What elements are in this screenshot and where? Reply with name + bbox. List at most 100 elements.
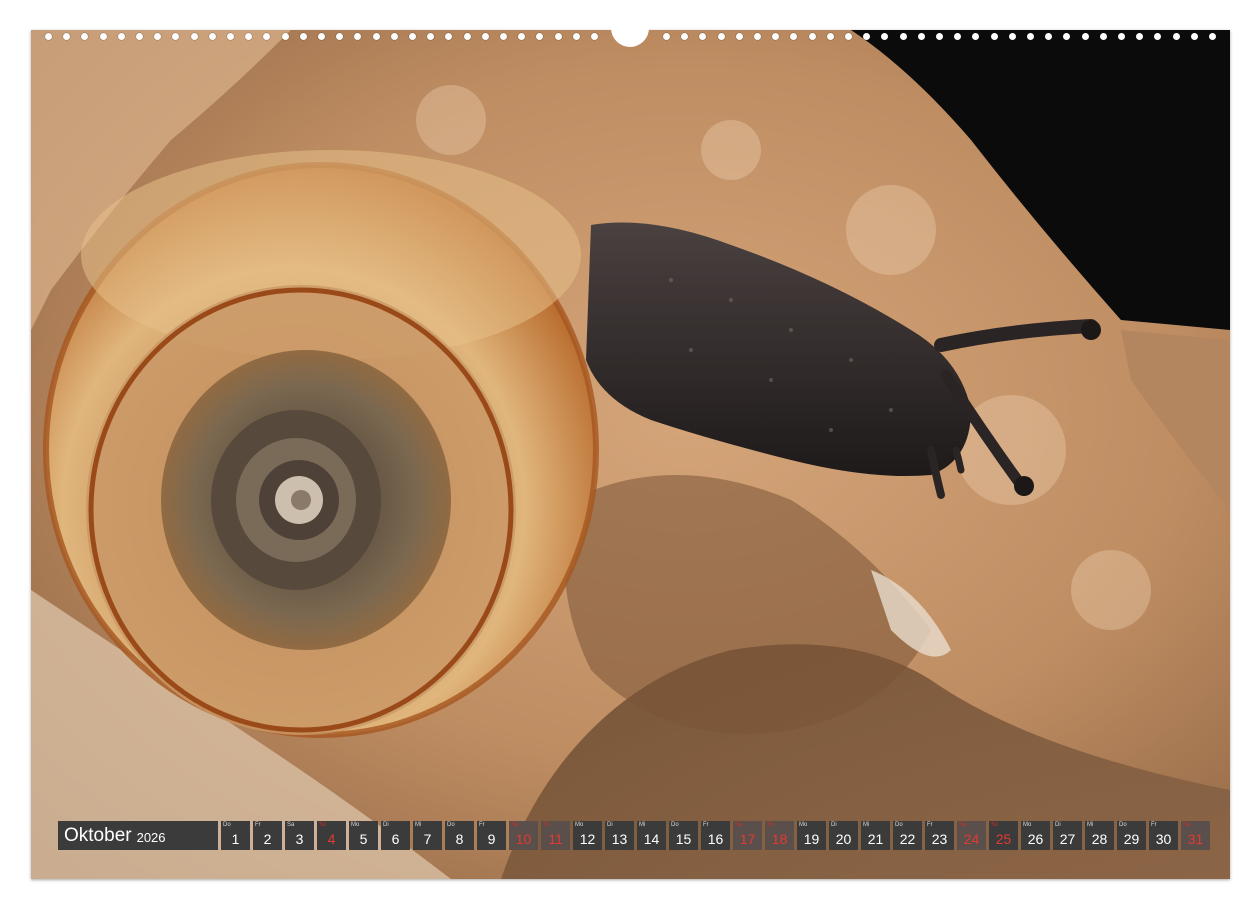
weekday-label: Do bbox=[1119, 822, 1127, 828]
day-number: 29 bbox=[1123, 831, 1140, 847]
day-cell: Di 6 bbox=[381, 821, 410, 850]
day-number: 2 bbox=[263, 831, 272, 847]
day-cell: Sa 17 bbox=[733, 821, 762, 850]
day-number: 16 bbox=[707, 831, 724, 847]
day-cell: Mo 19 bbox=[797, 821, 826, 850]
day-number: 18 bbox=[771, 831, 788, 847]
day-number: 14 bbox=[643, 831, 660, 847]
weekday-label: Mi bbox=[415, 822, 422, 828]
day-cell: Di 27 bbox=[1053, 821, 1082, 850]
month-name: Oktober bbox=[64, 824, 132, 846]
weekday-label: Mi bbox=[863, 822, 870, 828]
day-cell: Do 15 bbox=[669, 821, 698, 850]
day-cell: Mi 7 bbox=[413, 821, 442, 850]
weekday-label: Do bbox=[447, 822, 455, 828]
day-number: 28 bbox=[1091, 831, 1108, 847]
weekday-label: Fr bbox=[255, 822, 261, 828]
weekday-label: Sa bbox=[1183, 822, 1191, 828]
day-cell: Mi 28 bbox=[1085, 821, 1114, 850]
day-cell: Fr 16 bbox=[701, 821, 730, 850]
weekday-label: Do bbox=[671, 822, 679, 828]
weekday-label: Do bbox=[223, 822, 231, 828]
weekday-label: Mo bbox=[351, 822, 360, 828]
weekday-label: Sa bbox=[959, 822, 967, 828]
month-label: Oktober 2026 bbox=[58, 821, 218, 850]
day-cell: Do 1 bbox=[221, 821, 250, 850]
weekday-label: Di bbox=[831, 822, 837, 828]
snail-shell bbox=[43, 150, 599, 738]
day-cell: Di 20 bbox=[829, 821, 858, 850]
day-cell: Sa 3 bbox=[285, 821, 314, 850]
day-number: 1 bbox=[231, 831, 240, 847]
day-number: 10 bbox=[515, 831, 532, 847]
weekday-label: So bbox=[991, 822, 999, 828]
day-cell: Mi 21 bbox=[861, 821, 890, 850]
weekday-label: So bbox=[767, 822, 775, 828]
weekday-label: Sa bbox=[287, 822, 295, 828]
day-cell: Fr 9 bbox=[477, 821, 506, 850]
day-number: 3 bbox=[295, 831, 304, 847]
day-cell: Fr 23 bbox=[925, 821, 954, 850]
day-number: 23 bbox=[931, 831, 948, 847]
weekday-label: Di bbox=[383, 822, 389, 828]
weekday-label: So bbox=[543, 822, 551, 828]
weekday-label: Fr bbox=[479, 822, 485, 828]
day-cell: Mo 26 bbox=[1021, 821, 1050, 850]
day-cell: So 25 bbox=[989, 821, 1018, 850]
weekday-label: So bbox=[319, 822, 327, 828]
day-cell: Fr 30 bbox=[1149, 821, 1178, 850]
weekday-label: Fr bbox=[703, 822, 709, 828]
day-cell: Do 29 bbox=[1117, 821, 1146, 850]
day-number: 5 bbox=[359, 831, 368, 847]
day-number: 11 bbox=[548, 831, 563, 847]
weekday-label: Mo bbox=[799, 822, 808, 828]
day-cell: Di 13 bbox=[605, 821, 634, 850]
calendar-page bbox=[31, 30, 1230, 879]
day-number: 13 bbox=[611, 831, 628, 847]
day-number: 20 bbox=[835, 831, 852, 847]
weekday-label: Mi bbox=[639, 822, 646, 828]
day-number: 15 bbox=[675, 831, 692, 847]
day-cell: Sa 10 bbox=[509, 821, 538, 850]
day-number: 21 bbox=[867, 831, 884, 847]
day-cell: Mo 12 bbox=[573, 821, 602, 850]
weekday-label: Do bbox=[895, 822, 903, 828]
day-number: 7 bbox=[423, 831, 432, 847]
day-number: 17 bbox=[739, 831, 756, 847]
weekday-label: Mo bbox=[575, 822, 584, 828]
day-number: 8 bbox=[455, 831, 464, 847]
weekday-label: Sa bbox=[511, 822, 519, 828]
day-number: 9 bbox=[487, 831, 496, 847]
day-number: 31 bbox=[1187, 831, 1204, 847]
weekday-label: Di bbox=[607, 822, 613, 828]
snail-photo bbox=[31, 30, 1230, 879]
weekday-label: Fr bbox=[927, 822, 933, 828]
weekday-label: Mi bbox=[1087, 822, 1094, 828]
day-cell: Sa 31 bbox=[1181, 821, 1210, 850]
day-number: 30 bbox=[1155, 831, 1172, 847]
weekday-label: Fr bbox=[1151, 822, 1157, 828]
day-number: 6 bbox=[391, 831, 400, 847]
day-cell: Mo 5 bbox=[349, 821, 378, 850]
day-cell: Do 22 bbox=[893, 821, 922, 850]
calendar-strip: Oktober 2026 Do 1 Fr 2 Sa 3 So 4 Mo 5 Di 6 Mi 7 Do 8 Fr 9… bbox=[58, 821, 1210, 850]
weekday-label: Di bbox=[1055, 822, 1061, 828]
day-cell: So 11 bbox=[541, 821, 570, 850]
day-cell: Do 8 bbox=[445, 821, 474, 850]
month-year: 2026 bbox=[136, 829, 166, 845]
day-cell: Sa 24 bbox=[957, 821, 986, 850]
day-number: 25 bbox=[995, 831, 1012, 847]
day-number: 24 bbox=[963, 831, 980, 847]
day-cell: Fr 2 bbox=[253, 821, 282, 850]
weekday-label: Mo bbox=[1023, 822, 1032, 828]
day-cell: Mi 14 bbox=[637, 821, 666, 850]
weekday-label: Sa bbox=[735, 822, 743, 828]
day-cell: So 18 bbox=[765, 821, 794, 850]
day-number: 19 bbox=[803, 831, 820, 847]
day-number: 4 bbox=[327, 831, 336, 847]
day-number: 22 bbox=[899, 831, 916, 847]
day-number: 26 bbox=[1027, 831, 1044, 847]
day-number: 12 bbox=[579, 831, 596, 847]
day-cell: So 4 bbox=[317, 821, 346, 850]
day-number: 27 bbox=[1059, 831, 1076, 847]
